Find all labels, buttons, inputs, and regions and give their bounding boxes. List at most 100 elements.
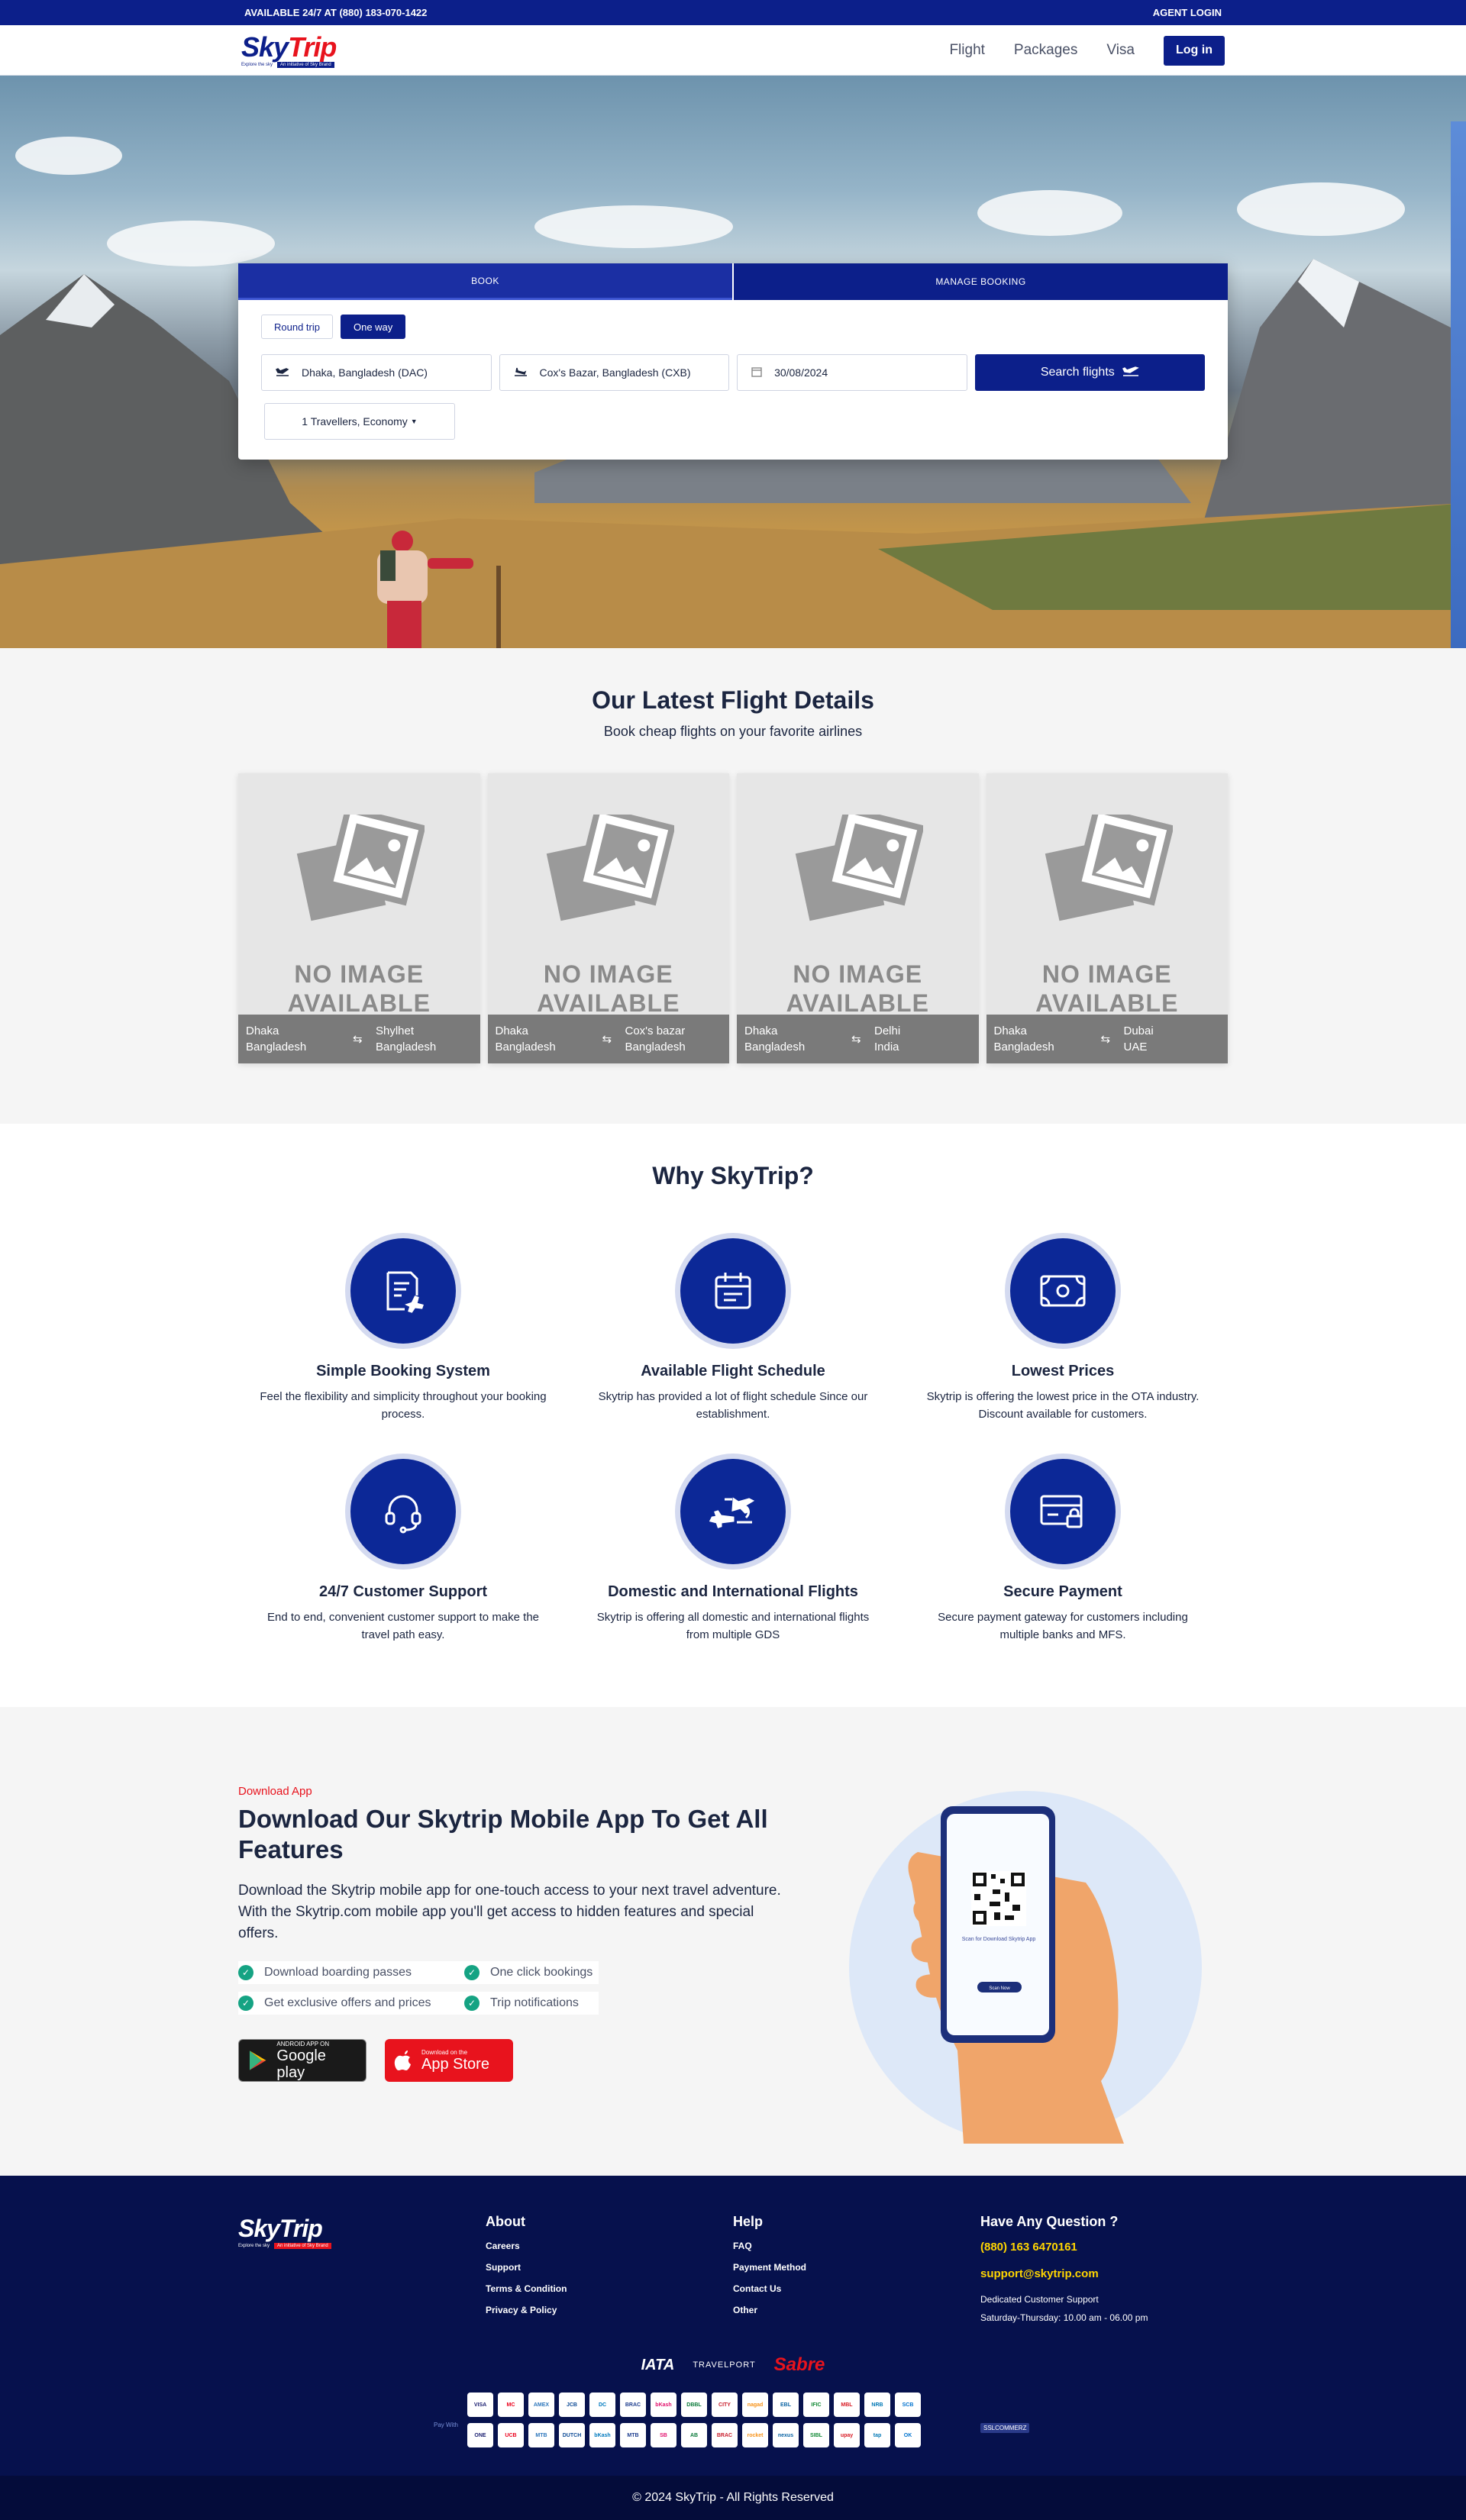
feature-description: Secure payment gateway for customers inc…	[938, 1611, 1188, 1641]
travellers-select[interactable]: 1 Travellers, Economy ▼	[264, 403, 455, 440]
latest-flights-section: Our Latest Flight Details Book cheap fli…	[0, 648, 1466, 1124]
payment-logo: SIBL	[803, 2423, 829, 2447]
flight-card[interactable]: NO IMAGE AVAILABLE Dhaka Bangladesh ⇆ Cox…	[487, 773, 729, 1063]
feature-title: Simple Booking System	[316, 1363, 490, 1379]
tab-manage-booking[interactable]: MANAGE BOOKING	[732, 263, 1228, 300]
footer-link-privacy[interactable]: Privacy & Policy	[486, 2305, 733, 2315]
footer-help: Help FAQ Payment Method Contact Us Other	[733, 2214, 980, 2331]
sslcommerz-logo: SSLCOMMERZ	[980, 2423, 1030, 2433]
feature-description: End to end, convenient customer support …	[266, 1611, 540, 1641]
payment-logo: JCB	[559, 2393, 585, 2417]
hiker-image	[377, 531, 501, 648]
image-placeholder-icon	[795, 815, 923, 921]
travelport-logo: TRAVELPORT	[693, 2360, 756, 2370]
flight-route: Dhaka Bangladesh ⇆ Cox's bazar Bangladesh	[487, 1015, 729, 1063]
one-way-toggle[interactable]: One way	[340, 315, 406, 339]
google-play-icon	[249, 2051, 266, 2070]
flight-card[interactable]: NO IMAGE AVAILABLE Dhaka Bangladesh ⇆ Dub…	[986, 773, 1228, 1063]
google-play-button[interactable]: ANDROID APP ON Google play	[238, 2039, 366, 2082]
support-phone-text: AVAILABLE 24/7 AT (880) 183-070-1422	[244, 7, 428, 18]
footer-link-careers[interactable]: Careers	[486, 2241, 733, 2251]
footer-phone[interactable]: (880) 163 6470161	[980, 2241, 1228, 2254]
footer-link-faq[interactable]: FAQ	[733, 2241, 980, 2251]
calendar-icon	[751, 366, 762, 379]
agent-login-link[interactable]: AGENT LOGIN	[1153, 7, 1222, 18]
payment-logo: UCB	[498, 2423, 524, 2447]
caret-down-icon: ▼	[410, 418, 418, 425]
footer-link-other[interactable]: Other	[733, 2305, 980, 2315]
origin-field[interactable]: Dhaka, Bangladesh (DAC)	[261, 354, 492, 391]
download-app-section: Download App Download Our Skytrip Mobile…	[0, 1707, 1466, 2176]
feature-title: Available Flight Schedule	[641, 1363, 825, 1379]
tab-book[interactable]: BOOK	[238, 263, 732, 300]
login-button[interactable]: Log in	[1164, 35, 1225, 66]
headset-icon	[350, 1459, 456, 1564]
planes-icon	[680, 1459, 786, 1564]
image-placeholder-icon	[1045, 815, 1173, 921]
payment-logo: OK	[895, 2423, 921, 2447]
footer-logo[interactable]: SkyTrip Explore the sky An initiative of …	[238, 2214, 486, 2331]
no-image-text: NO IMAGE AVAILABLE	[786, 960, 929, 1017]
search-flights-button[interactable]: Search flights	[974, 354, 1206, 391]
main-navbar: SkyTrip Explore the sky An initiative of …	[0, 25, 1466, 76]
payment-logo: DC	[589, 2393, 615, 2417]
date-field[interactable]: 30/08/2024	[737, 354, 967, 391]
footer-link-support[interactable]: Support	[486, 2262, 733, 2273]
booking-icon	[350, 1238, 456, 1344]
payment-logo: MC	[498, 2393, 524, 2417]
feature-title: 24/7 Customer Support	[318, 1583, 488, 1600]
why-skytrip-section: Why SkyTrip? Simple Booking System Feel …	[0, 1124, 1466, 1707]
phone-qr-illustration: Scan for Download Skytrip App Scan Now	[849, 1791, 1202, 2144]
payment-logo: BRAC	[712, 2423, 738, 2447]
no-image-text: NO IMAGE AVAILABLE	[287, 960, 431, 1017]
check-icon: ✓	[238, 1996, 253, 2011]
date-value: 30/08/2024	[774, 366, 828, 379]
swap-arrows-icon: ⇆	[851, 1032, 861, 1046]
check-item: ✓ Download boarding passes	[238, 1961, 464, 1984]
feature-description: Skytrip is offering the lowest price in …	[926, 1390, 1200, 1421]
skytrip-logo[interactable]: SkyTrip Explore the sky An initiative of …	[241, 33, 337, 68]
round-trip-toggle[interactable]: Round trip	[261, 315, 333, 339]
app-store-button[interactable]: Download on the App Store	[385, 2039, 513, 2082]
footer-link-payment[interactable]: Payment Method	[733, 2262, 980, 2273]
feature-description: Skytrip has provided a lot of flight sch…	[598, 1390, 868, 1421]
why-title: Why SkyTrip?	[652, 1162, 814, 1189]
payment-logo: nagad	[742, 2393, 768, 2417]
destination-field[interactable]: Cox's Bazar, Bangladesh (CXB)	[499, 354, 730, 391]
money-icon	[1010, 1238, 1116, 1344]
feature-item: Lowest Prices Skytrip is offering the lo…	[898, 1233, 1228, 1423]
feature-description: Skytrip is offering all domestic and int…	[596, 1611, 870, 1641]
flight-card[interactable]: NO IMAGE AVAILABLE Dhaka Bangladesh ⇆ Shy…	[238, 773, 480, 1063]
flight-route: Dhaka Bangladesh ⇆ Shylhet Bangladesh	[238, 1015, 480, 1063]
check-icon: ✓	[464, 1996, 480, 2011]
nav-flight[interactable]: Flight	[949, 42, 984, 59]
payment-logo: CITY	[712, 2393, 738, 2417]
check-icon: ✓	[238, 1965, 253, 1980]
feature-item: 24/7 Customer Support End to end, conven…	[238, 1454, 568, 1644]
image-placeholder-icon	[546, 815, 674, 921]
payment-logo: upay	[834, 2423, 860, 2447]
iata-logo: IATA	[641, 2356, 675, 2373]
feature-item: Secure Payment Secure payment gateway fo…	[898, 1454, 1228, 1644]
flight-card[interactable]: NO IMAGE AVAILABLE Dhaka Bangladesh ⇆ Del…	[737, 773, 979, 1063]
origin-value: Dhaka, Bangladesh (DAC)	[302, 366, 428, 379]
landing-icon	[514, 366, 528, 379]
footer-about: About Careers Support Terms & Condition …	[486, 2214, 733, 2331]
image-placeholder-icon	[296, 815, 425, 921]
payment-logo: MTB	[528, 2423, 554, 2447]
app-description: Download the Skytrip mobile app for one-…	[238, 1883, 781, 1941]
destination-value: Cox's Bazar, Bangladesh (CXB)	[539, 366, 691, 379]
payment-logo: SB	[651, 2423, 676, 2447]
top-bar: AVAILABLE 24/7 AT (880) 183-070-1422 AGE…	[0, 0, 1466, 25]
feature-item: Available Flight Schedule Skytrip has pr…	[568, 1233, 898, 1423]
flight-route: Dhaka Bangladesh ⇆ Delhi India	[737, 1015, 979, 1063]
nav-packages[interactable]: Packages	[1014, 42, 1077, 59]
footer-link-terms[interactable]: Terms & Condition	[486, 2283, 733, 2294]
check-item: ✓ One click bookings	[464, 1961, 599, 1984]
feature-item: Domestic and International Flights Skytr…	[568, 1454, 898, 1644]
footer-email[interactable]: support@skytrip.com	[980, 2267, 1228, 2280]
nav-visa[interactable]: Visa	[1106, 42, 1135, 59]
apple-icon	[394, 2051, 411, 2070]
payment-logo: AB	[681, 2423, 707, 2447]
footer-link-contact[interactable]: Contact Us	[733, 2283, 980, 2294]
